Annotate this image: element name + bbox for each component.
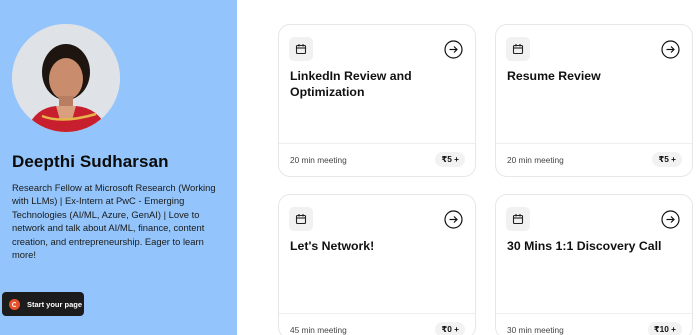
calendar-icon (289, 207, 313, 231)
card-footer: 20 min meeting ₹5 + (279, 143, 475, 178)
profile-bio: Research Fellow at Microsoft Research (W… (12, 182, 216, 261)
arrow-right-circle-icon[interactable] (661, 210, 680, 229)
meeting-duration: 20 min meeting (290, 155, 347, 165)
service-card[interactable]: LinkedIn Review and Optimization 20 min … (278, 24, 476, 177)
meeting-duration: 45 min meeting (290, 325, 347, 335)
card-footer: 30 min meeting ₹10 + (496, 313, 692, 335)
service-card[interactable]: Resume Review 20 min meeting ₹5 + (495, 24, 693, 177)
brand-logo-icon (9, 298, 20, 310)
card-title: LinkedIn Review and Optimization (290, 69, 412, 99)
meeting-duration: 30 min meeting (507, 325, 564, 335)
service-card[interactable]: 30 Mins 1:1 Discovery Call 30 min meetin… (495, 194, 693, 335)
profile-name: Deepthi Sudharsan (12, 152, 169, 171)
meeting-duration: 20 min meeting (507, 155, 564, 165)
calendar-icon (289, 37, 313, 61)
card-title: Let's Network! (290, 239, 375, 253)
service-card[interactable]: Let's Network! 45 min meeting ₹0 + (278, 194, 476, 335)
arrow-right-circle-icon[interactable] (444, 40, 463, 59)
arrow-right-circle-icon[interactable] (661, 40, 680, 59)
start-your-page-button[interactable]: Start your page (2, 292, 84, 316)
card-footer: 45 min meeting ₹0 + (279, 313, 475, 335)
calendar-icon (506, 207, 530, 231)
price-badge: ₹5 + (652, 152, 682, 167)
price-badge: ₹0 + (435, 322, 465, 335)
start-your-page-label: Start your page (27, 299, 83, 309)
avatar-photo (12, 24, 120, 132)
profile-panel: Deepthi Sudharsan Research Fellow at Mic… (0, 0, 237, 335)
calendar-icon (506, 37, 530, 61)
card-title: Resume Review (507, 69, 601, 83)
card-footer: 20 min meeting ₹5 + (496, 143, 692, 178)
price-badge: ₹5 + (435, 152, 465, 167)
avatar (12, 24, 120, 132)
card-title: 30 Mins 1:1 Discovery Call (507, 239, 662, 253)
price-badge: ₹10 + (647, 322, 682, 335)
arrow-right-circle-icon[interactable] (444, 210, 463, 229)
